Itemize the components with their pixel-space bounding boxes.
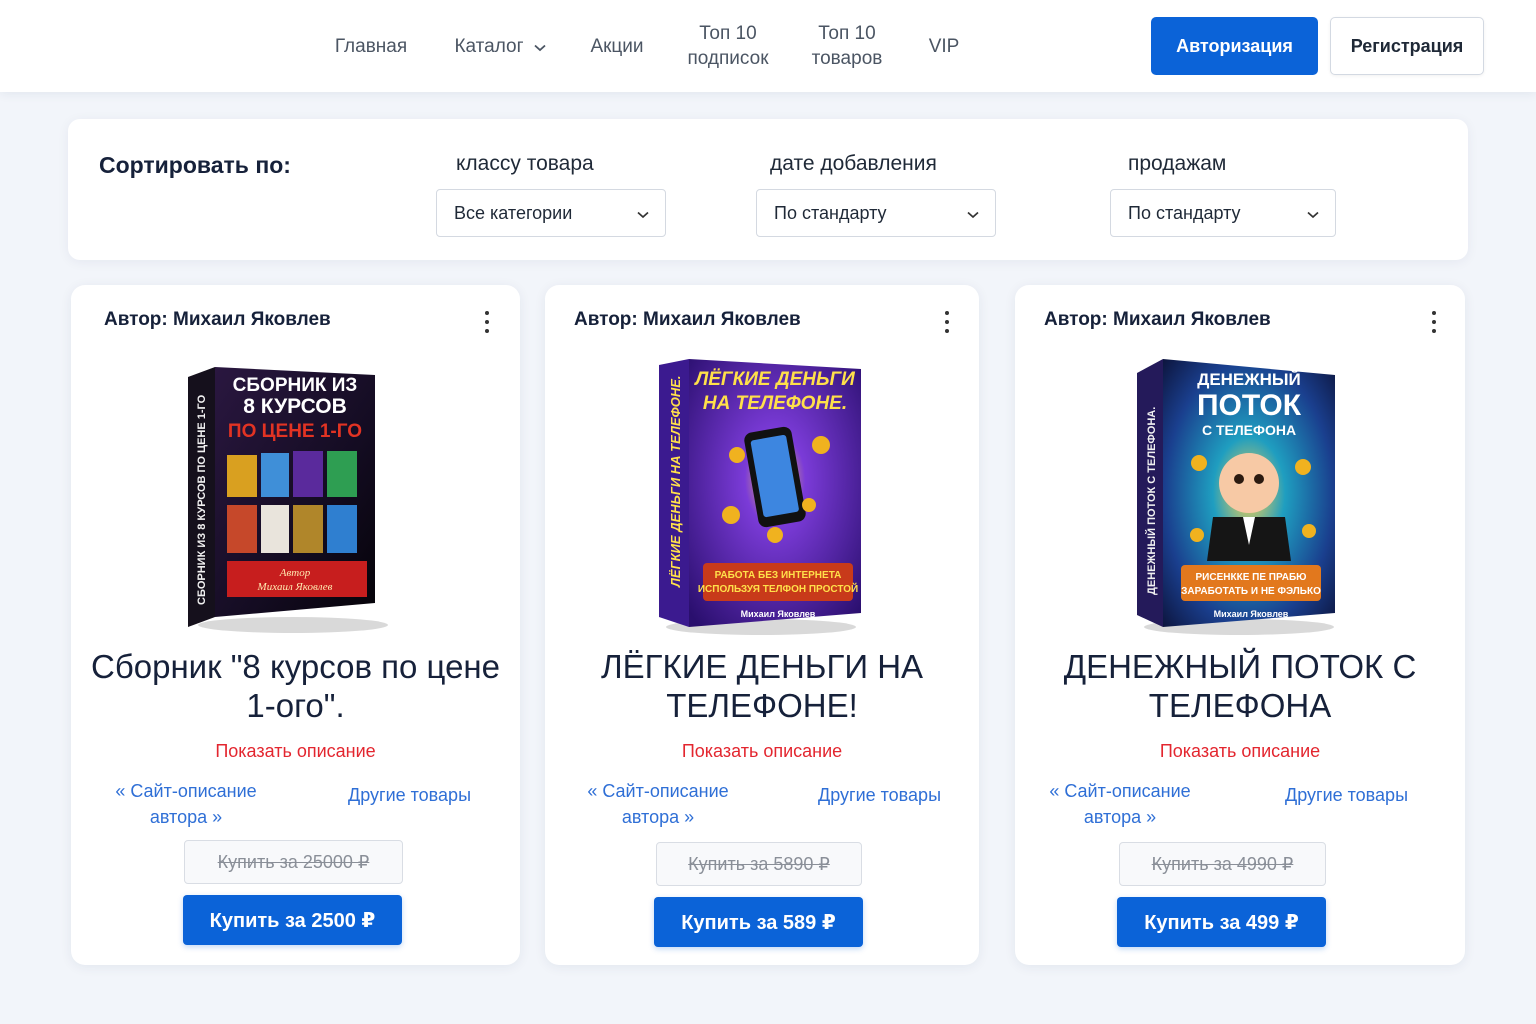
- cover-title-line1: СБОРНИК ИЗ: [233, 375, 358, 396]
- cover-footer: Михаил Яковлев: [1214, 609, 1289, 619]
- top-navbar: Главная Каталог Акции Топ 10 подписок То…: [0, 0, 1536, 92]
- sort-title: Сортировать по:: [99, 152, 291, 178]
- cover-spine-text: СБОРНИК ИЗ 8 КУРСОВ ПО ЦЕНЕ 1-ГО: [196, 394, 208, 605]
- cover-banner-line1: РАБОТА БЕЗ ИНТЕРНЕТА: [715, 570, 842, 581]
- login-button[interactable]: Авторизация: [1151, 17, 1318, 75]
- product-author: Автор: Михаил Яковлев: [574, 309, 801, 330]
- author-site-link[interactable]: « Сайт-описание автора »: [573, 778, 743, 830]
- cover-title-line2: НА ТЕЛЕФОНЕ.: [703, 393, 847, 414]
- nav-top-goods-line2: товаров: [811, 48, 883, 69]
- register-button[interactable]: Регистрация: [1330, 17, 1484, 75]
- cover-title-accent: ПО ЦЕНЕ 1-ГО: [228, 421, 362, 442]
- buy-button[interactable]: Купить за 499 ₽: [1117, 897, 1326, 947]
- author-site-link-line2: автора »: [1083, 807, 1157, 827]
- author-site-link[interactable]: « Сайт-описание автора »: [101, 778, 271, 830]
- cover-banner-line1: РИСЕНККЕ ПЕ ПРАБЮ: [1196, 572, 1307, 583]
- product-card: Автор: Михаил Яковлев ЛЁГКИЕ ДЕНЬГИ НА Т…: [545, 285, 979, 965]
- chevron-down-icon: [1307, 203, 1319, 224]
- nav-top-subs-line1: Топ 10: [699, 23, 757, 44]
- product-title: ЛЁГКИЕ ДЕНЬГИ НА ТЕЛЕФОНЕ!: [600, 648, 924, 724]
- show-description-link[interactable]: Показать описание: [1015, 741, 1465, 762]
- product-cover-image: ЛЁГКИЕ ДЕНЬГИ НА ТЕЛЕФОНЕ. РАБОТА БЕЗ ИН…: [651, 355, 871, 635]
- nav-home-label: Главная: [334, 35, 408, 57]
- nav-top-goods[interactable]: Топ 10 товаров: [802, 0, 892, 92]
- cover-banner-line1: Автор: [279, 567, 311, 579]
- product-title: ДЕНЕЖНЫЙ ПОТОК С ТЕЛЕФОНА: [1063, 648, 1417, 724]
- sort-sales-label: продажам: [1128, 152, 1227, 175]
- nav-top-subs-line2: подписок: [687, 48, 769, 69]
- cover-footer: Михаил Яковлев: [741, 609, 816, 619]
- product-author: Автор: Михаил Яковлев: [1044, 309, 1271, 330]
- more-vertical-icon[interactable]: [1430, 311, 1438, 333]
- author-site-link-line1: « Сайт-описание: [115, 781, 257, 801]
- nav-catalog[interactable]: Каталог: [448, 0, 552, 92]
- nav-promos[interactable]: Акции: [585, 0, 649, 92]
- old-price: Купить за 5890 ₽: [656, 842, 862, 886]
- author-site-link-line2: автора »: [149, 807, 223, 827]
- date-sort-select[interactable]: По стандарту: [756, 189, 996, 237]
- sales-sort-select-value: По стандарту: [1128, 202, 1241, 223]
- more-vertical-icon[interactable]: [943, 311, 951, 333]
- show-description-link[interactable]: Показать описание: [545, 741, 979, 762]
- cover-title-line1: ДЕНЕЖНЫЙ: [1197, 370, 1301, 389]
- author-site-link[interactable]: « Сайт-описание автора »: [1035, 778, 1205, 830]
- cover-title-accent: С ТЕЛЕФОНА: [1202, 422, 1296, 438]
- nav-top-goods-line1: Топ 10: [818, 23, 876, 44]
- product-cover-image: ДЕНЕЖНЫЙ ПОТОК С ТЕЛЕФОНА РИСЕНККЕ ПЕ ПР…: [1129, 355, 1349, 635]
- chevron-down-icon: [637, 203, 649, 224]
- show-description-link[interactable]: Показать описание: [71, 741, 520, 762]
- product-title: Сборник "8 курсов по цене 1-ого".: [91, 648, 501, 724]
- date-sort-select-value: По стандарту: [774, 202, 887, 223]
- sort-date-label: дате добавления: [770, 152, 937, 175]
- other-goods-link[interactable]: Другие товары: [348, 785, 471, 806]
- nav-vip-label: VIP: [928, 35, 960, 57]
- more-vertical-icon[interactable]: [483, 311, 491, 333]
- product-card: Автор: Михаил Яковлев СБОРНИК ИЗ 8 КУРСО…: [71, 285, 520, 965]
- cover-banner-line2: Михаил Яковлев: [257, 581, 333, 593]
- cover-banner-line2: ИСПОЛЬЗУЯ ТЕЛФОН ПРОСТОЙ: [698, 582, 858, 595]
- sort-panel: Сортировать по: классу товара Все катего…: [68, 119, 1468, 260]
- cover-spine-text: ДЕНЕЖНЫЙ ПОТОК С ТЕЛЕФОНА.: [1145, 407, 1158, 595]
- cover-title-line1: ЛЁГКИЕ ДЕНЬГИ: [693, 369, 855, 390]
- old-price: Купить за 4990 ₽: [1119, 842, 1326, 886]
- cover-title-line2: 8 КУРСОВ: [243, 395, 347, 418]
- nav-promos-label: Акции: [590, 35, 644, 57]
- author-site-link-line1: « Сайт-описание: [587, 781, 729, 801]
- other-goods-link[interactable]: Другие товары: [818, 785, 941, 806]
- product-card: Автор: Михаил Яковлев ДЕНЕЖНЫЙ ПОТОК С Т…: [1015, 285, 1465, 965]
- product-author: Автор: Михаил Яковлев: [104, 309, 331, 330]
- category-select-value: Все категории: [454, 202, 573, 223]
- chevron-down-icon: [533, 34, 546, 59]
- sales-sort-select[interactable]: По стандарту: [1110, 189, 1336, 237]
- cover-banner-line2: ЗАРАБОТАТЬ И НЕ ФЭЛЬКО: [1181, 586, 1321, 597]
- buy-button[interactable]: Купить за 2500 ₽: [183, 895, 402, 945]
- sort-class-label: классу товара: [456, 152, 594, 175]
- product-cover-image: СБОРНИК ИЗ 8 КУРСОВ ПО ЦЕНЕ 1-ГО Автор М…: [183, 355, 403, 635]
- nav-vip[interactable]: VIP: [922, 0, 966, 92]
- cover-title-line2: ПОТОК: [1197, 389, 1302, 422]
- buy-button[interactable]: Купить за 589 ₽: [654, 897, 863, 947]
- author-site-link-line2: автора »: [621, 807, 695, 827]
- nav-home[interactable]: Главная: [330, 0, 412, 92]
- nav-top-subscriptions[interactable]: Топ 10 подписок: [680, 0, 776, 92]
- nav-catalog-label: Каталог: [454, 35, 524, 57]
- author-site-link-line1: « Сайт-описание: [1049, 781, 1191, 801]
- cover-spine-text: ЛЁГКИЕ ДЕНЬГИ НА ТЕЛЕФОНЕ.: [668, 376, 683, 589]
- old-price: Купить за 25000 ₽: [184, 840, 403, 884]
- other-goods-link[interactable]: Другие товары: [1285, 785, 1408, 806]
- category-select[interactable]: Все категории: [436, 189, 666, 237]
- chevron-down-icon: [967, 203, 979, 224]
